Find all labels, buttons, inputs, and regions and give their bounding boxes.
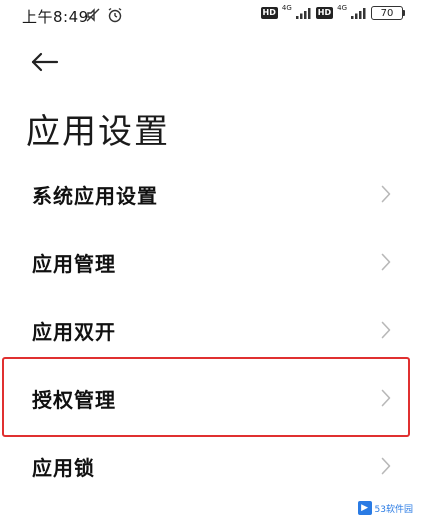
settings-item-label: 系统应用设置 [32,183,158,208]
network-type-label: 4G [337,4,347,12]
page-title: 应用设置 [26,112,170,152]
network-type-label: 4G [281,4,292,12]
battery-icon: 70 [371,6,405,20]
watermark-logo-icon: ▶ [357,501,372,515]
settings-item-permissions[interactable]: 授权管理 [0,364,421,432]
chevron-right-icon [381,185,391,203]
settings-list: 系统应用设置 应用管理 应用双开 授权管理 应用锁 [0,160,421,500]
watermark: ▶ 53软件园 [357,501,413,515]
status-bar: 上午8:49 HD 4G HD 4G 70 [0,0,421,32]
battery-level: 70 [371,6,403,20]
status-time: 上午8:49 [22,8,89,26]
back-button[interactable] [26,44,66,80]
chevron-right-icon [381,321,391,339]
settings-item-label: 应用管理 [32,251,116,276]
settings-item-app-management[interactable]: 应用管理 [0,228,421,296]
settings-item-dual-apps[interactable]: 应用双开 [0,296,421,364]
signal-icon [295,8,311,19]
arrow-left-icon [31,52,59,72]
settings-item-app-lock[interactable]: 应用锁 [0,432,421,500]
battery-tip [403,10,405,16]
mute-icon [86,8,100,22]
settings-item-label: 应用双开 [32,319,116,344]
chevron-right-icon [381,457,391,475]
status-right-icons: HD 4G HD 4G 70 [260,4,405,20]
alarm-icon [108,7,122,23]
chevron-right-icon [381,253,391,271]
chevron-right-icon [381,389,391,407]
settings-item-system-app-settings[interactable]: 系统应用设置 [0,160,421,228]
signal-icon [351,8,366,19]
hd-badge: HD [260,7,278,19]
settings-item-label: 授权管理 [32,387,116,412]
hd-badge: HD [315,7,334,19]
status-left-icons [84,6,124,24]
watermark-text: 53软件园 [374,504,413,515]
settings-item-label: 应用锁 [32,455,95,480]
